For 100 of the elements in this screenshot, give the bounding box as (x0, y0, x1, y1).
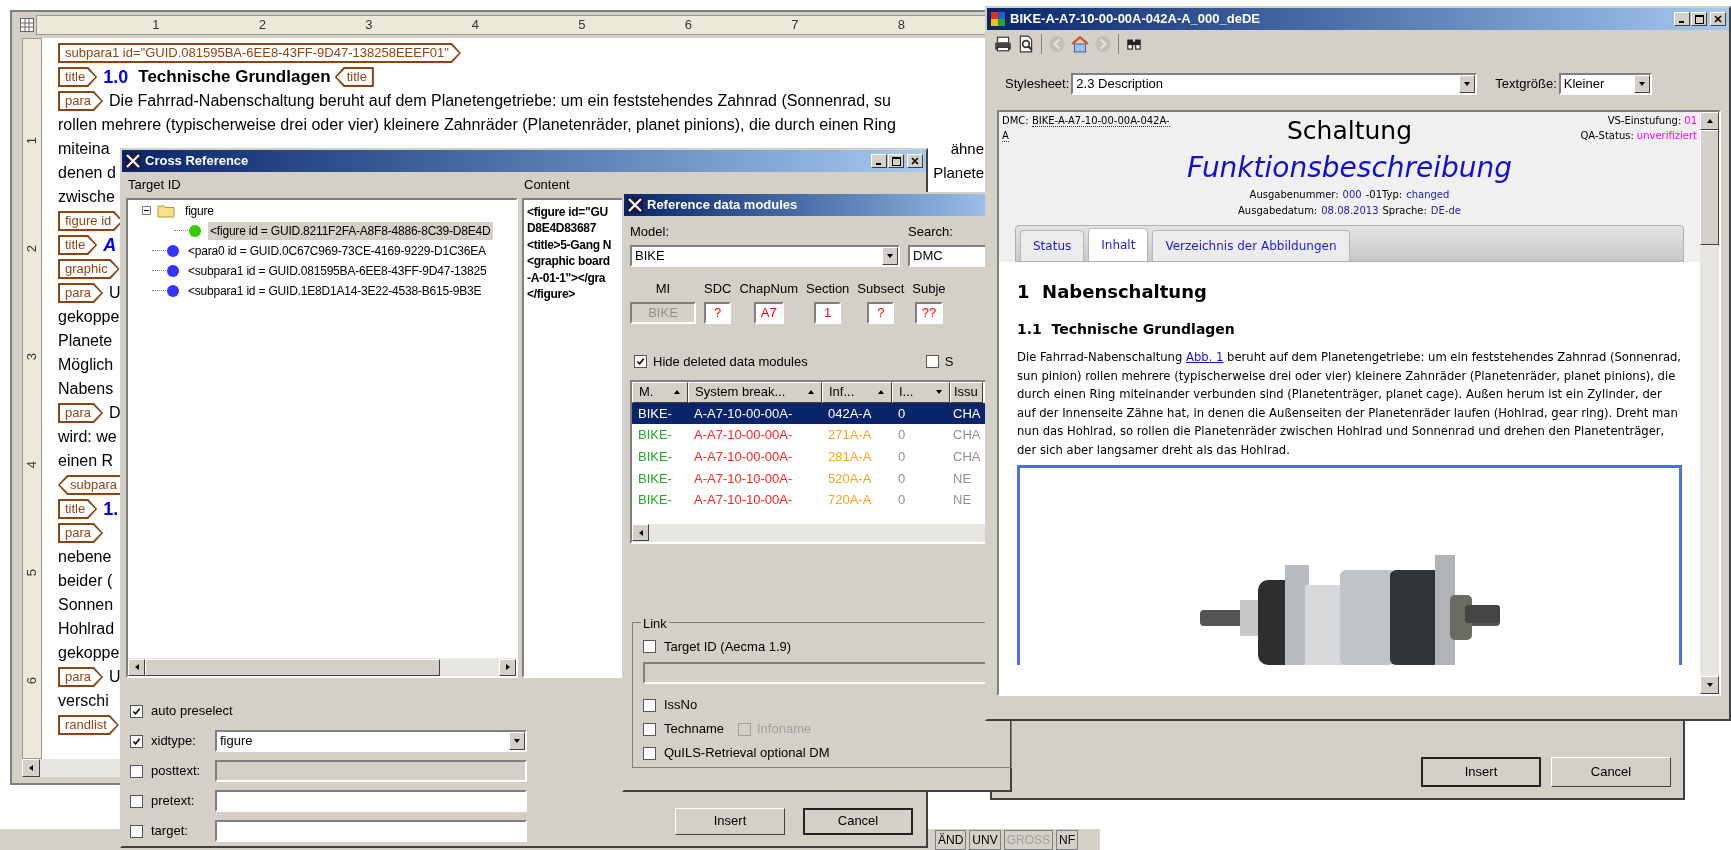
collapse-toggle[interactable] (142, 206, 151, 216)
vertical-scrollbar[interactable] (1700, 112, 1719, 694)
field-label: MI (655, 279, 671, 298)
checkbox[interactable] (130, 704, 143, 718)
paragraph-text: Technische Grundlagen (138, 66, 331, 89)
close-button[interactable] (1710, 12, 1726, 26)
ruler-number: 5 (578, 17, 586, 33)
meta-label: Ausgabenummer: (1249, 188, 1339, 202)
status-indicator: UNV (969, 829, 1001, 850)
dropdown[interactable]: Kleiner (1558, 73, 1652, 95)
dialog-button[interactable]: Cancel (803, 807, 913, 835)
table-cell-text: A-A7-10-10-00A- (693, 469, 794, 488)
table-cell-text: 0 (897, 404, 907, 423)
tree-item[interactable]: <figure id = GUID.8211F2FA-A8F8-4886-8C39-D8E4D (208, 221, 493, 240)
input-field[interactable]: ? (867, 302, 895, 324)
section-heading: 1 Nabenschaltung (1017, 280, 1208, 304)
checkbox[interactable] (643, 746, 656, 760)
option-label: Target ID (Aecma 1.9) (664, 637, 792, 656)
input-field[interactable]: A7 (753, 302, 784, 324)
xml-tag[interactable]: subpara1 id="GUID.081595BA-6EE8-43FF-9D47-138258EEEF01" (58, 43, 461, 63)
table-cell-text: CHA (952, 426, 982, 445)
minimize-button[interactable] (1674, 12, 1690, 26)
column-header[interactable]: System break... (688, 381, 822, 403)
dialog-button[interactable]: Cancel (1551, 757, 1671, 787)
tab[interactable]: Status (1020, 230, 1085, 261)
checkbox[interactable] (925, 355, 939, 369)
option-label: posttext: (151, 762, 202, 781)
option-label: pretext: (151, 792, 196, 811)
xml-tag[interactable]: para (58, 403, 104, 423)
ruler-number: 4 (23, 461, 41, 469)
checkbox[interactable] (130, 794, 143, 808)
dropdown-arrow-icon (1463, 80, 1472, 88)
window-title: BIKE-A-A7-10-00-00A-042A-A_000_deDE (1010, 10, 1260, 29)
dialog-button[interactable]: Insert (1421, 757, 1541, 787)
dialog-button[interactable]: Insert (675, 807, 785, 835)
xml-tag[interactable]: para (58, 667, 104, 687)
checkbox[interactable] (643, 698, 656, 712)
checkbox[interactable] (130, 824, 143, 838)
input-field[interactable]: ? (704, 302, 732, 324)
field-label: Search: (908, 223, 954, 241)
close-button[interactable] (907, 154, 923, 168)
ruler-number: 3 (365, 17, 373, 33)
scrollbar-thumb[interactable] (1700, 130, 1719, 245)
column-header[interactable]: Inf... (822, 381, 892, 403)
column-header[interactable]: Issu (950, 381, 983, 403)
scrollbar-thumb[interactable] (145, 658, 440, 676)
field-label: ChapNum (739, 279, 798, 298)
paragraph-text: beider ( (58, 571, 113, 591)
paragraph-text: gekoppe (58, 643, 120, 663)
xml-tag[interactable]: title (334, 67, 374, 87)
dropdown[interactable]: figure (215, 730, 527, 752)
window-title: Reference data modules (647, 196, 798, 215)
tree-item[interactable]: <subpara1 id = GUID.081595BA-6EE8-43FF-9D47-13825 (186, 261, 489, 280)
sort-arrow-icon (673, 388, 681, 396)
section-number: A (103, 233, 117, 257)
dropdown[interactable]: 2.3 Description (1071, 73, 1478, 95)
tree-item[interactable]: figure (183, 201, 216, 220)
input-field[interactable]: ?? (914, 302, 944, 324)
xml-tag[interactable]: para (58, 283, 104, 303)
input-field[interactable] (215, 790, 527, 812)
xml-tag[interactable]: title (58, 67, 98, 87)
tab[interactable]: Verzeichnis der Abbildungen (1152, 230, 1350, 261)
checkbox[interactable] (634, 355, 647, 369)
ruler-number: 6 (23, 677, 41, 685)
meta-label: Sprache: (1382, 204, 1427, 218)
xml-tag[interactable]: para (58, 523, 104, 543)
column-header[interactable]: M. (632, 381, 688, 403)
xml-tag[interactable]: para (58, 91, 104, 111)
checkbox[interactable] (130, 734, 143, 748)
xml-tag[interactable]: graphic (58, 259, 120, 279)
maximize-button[interactable] (888, 154, 904, 168)
minimize-button[interactable] (871, 154, 887, 168)
printer-icon[interactable] (993, 34, 1013, 54)
xml-tag[interactable]: title (58, 235, 98, 255)
dropdown[interactable]: BIKE (630, 244, 900, 267)
maximize-button[interactable] (1691, 12, 1707, 26)
table-cell-text: CHA (952, 404, 982, 423)
meta-label: QA-Status: (1580, 129, 1634, 143)
input-field[interactable] (215, 820, 527, 842)
xml-tag[interactable]: randlist (58, 715, 119, 735)
tab[interactable]: Inhalt (1088, 228, 1149, 261)
field-label: Subje (912, 279, 946, 298)
home-icon[interactable] (1070, 34, 1090, 54)
column-header[interactable]: I... (892, 381, 950, 403)
grid-icon[interactable] (20, 18, 34, 32)
status-indicator: ÄND (934, 829, 967, 850)
tree-item[interactable]: <subpara1 id = GUID.1E8D1A14-3E22-4538-B615-9B3E (186, 281, 484, 300)
field-label: Subsect (857, 279, 905, 298)
dmc-label: DMC: BIKE-A-A7-10-00-00A-042A-A (1002, 114, 1171, 143)
option-label: QuILS-Retrieval optional DM (664, 744, 830, 763)
horizontal-scrollbar[interactable] (128, 658, 516, 676)
input-field[interactable]: 1 (814, 302, 842, 324)
checkbox[interactable] (643, 639, 656, 653)
figure-link[interactable]: Abb. 1 (1186, 350, 1224, 364)
xml-tag[interactable]: title (58, 499, 98, 519)
meta-label: VS-Einstufung: (1607, 114, 1682, 128)
option-label: Hide deleted data modules (653, 353, 808, 371)
sort-arrow-icon (935, 388, 943, 396)
checkbox[interactable] (643, 722, 656, 736)
tree-item[interactable]: <para0 id = GUID.0C67C969-73CE-4169-9229-D1C36EA (186, 241, 488, 260)
